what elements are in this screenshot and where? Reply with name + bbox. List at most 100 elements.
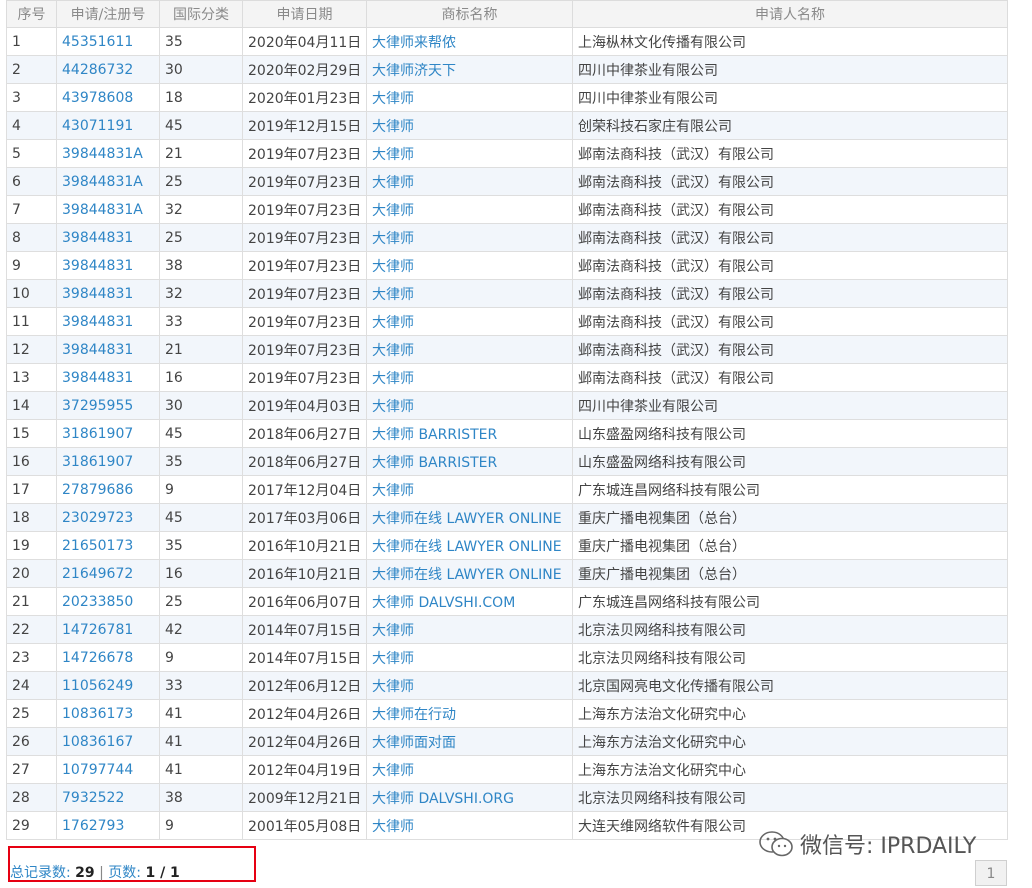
cell-trademark-name[interactable]: 大律师在线 LAWYER ONLINE (366, 503, 573, 532)
cell-applicant: 广东城连昌网络科技有限公司 (572, 475, 1008, 504)
cell-reg-number[interactable]: 39844831 (56, 307, 160, 336)
column-header-trademark-name[interactable]: 商标名称 (366, 0, 573, 28)
cell-date: 2019年07月23日 (242, 335, 367, 364)
cell-trademark-name[interactable]: 大律师 (366, 615, 573, 644)
cell-index: 10 (6, 279, 57, 308)
cell-index: 22 (6, 615, 57, 644)
cell-date: 2001年05月08日 (242, 811, 367, 840)
cell-trademark-name[interactable]: 大律师 (366, 307, 573, 336)
cell-trademark-name[interactable]: 大律师在行动 (366, 699, 573, 728)
table-row: 26 10836167 41 2012年04月26日 大律师面对面 上海东方法治文化研究中… (6, 727, 1008, 756)
cell-class: 16 (159, 363, 243, 392)
cell-trademark-name[interactable]: 大律师 DALVSHI.COM (366, 587, 573, 616)
cell-trademark-name[interactable]: 大律师 (366, 139, 573, 168)
cell-trademark-name[interactable]: 大律师 (366, 755, 573, 784)
cell-trademark-name[interactable]: 大律师济天下 (366, 55, 573, 84)
cell-reg-number[interactable]: 27879686 (56, 475, 160, 504)
cell-trademark-name[interactable]: 大律师 (366, 391, 573, 420)
cell-class: 9 (159, 643, 243, 672)
cell-trademark-name[interactable]: 大律师在线 LAWYER ONLINE (366, 559, 573, 588)
cell-trademark-name[interactable]: 大律师 (366, 643, 573, 672)
cell-trademark-name[interactable]: 大律师 (366, 671, 573, 700)
cell-class: 35 (159, 531, 243, 560)
cell-reg-number[interactable]: 14726781 (56, 615, 160, 644)
cell-class: 41 (159, 727, 243, 756)
cell-reg-number[interactable]: 39844831 (56, 363, 160, 392)
cell-applicant: 邺南法商科技（武汉）有限公司 (572, 307, 1008, 336)
cell-trademark-name[interactable]: 大律师 (366, 475, 573, 504)
cell-class: 35 (159, 447, 243, 476)
cell-applicant: 山东盛盈网络科技有限公司 (572, 419, 1008, 448)
column-header-date[interactable]: 申请日期 (242, 0, 367, 28)
column-header-applicant[interactable]: 申请人名称 (572, 0, 1008, 28)
cell-reg-number[interactable]: 39844831A (56, 139, 160, 168)
cell-date: 2019年07月23日 (242, 195, 367, 224)
cell-reg-number[interactable]: 39844831A (56, 195, 160, 224)
cell-reg-number[interactable]: 14726678 (56, 643, 160, 672)
cell-reg-number[interactable]: 31861907 (56, 419, 160, 448)
cell-date: 2019年07月23日 (242, 167, 367, 196)
cell-trademark-name[interactable]: 大律师 (366, 111, 573, 140)
cell-reg-number[interactable]: 20233850 (56, 587, 160, 616)
cell-trademark-name[interactable]: 大律师 (366, 251, 573, 280)
cell-reg-number[interactable]: 44286732 (56, 55, 160, 84)
cell-reg-number[interactable]: 39844831A (56, 167, 160, 196)
watermark-text: 微信号: IPRDAILY (800, 834, 977, 859)
cell-trademark-name[interactable]: 大律师 BARRISTER (366, 419, 573, 448)
cell-reg-number[interactable]: 23029723 (56, 503, 160, 532)
cell-trademark-name[interactable]: 大律师 DALVSHI.ORG (366, 783, 573, 812)
wechat-icon (759, 831, 793, 857)
cell-reg-number[interactable]: 39844831 (56, 335, 160, 364)
cell-reg-number[interactable]: 10836173 (56, 699, 160, 728)
cell-reg-number[interactable]: 39844831 (56, 223, 160, 252)
total-records-label: 总记录数: (10, 865, 71, 881)
cell-reg-number[interactable]: 39844831 (56, 279, 160, 308)
cell-trademark-name[interactable]: 大律师 (366, 279, 573, 308)
cell-index: 16 (6, 447, 57, 476)
cell-reg-number[interactable]: 10836167 (56, 727, 160, 756)
cell-applicant: 邺南法商科技（武汉）有限公司 (572, 223, 1008, 252)
cell-applicant: 邺南法商科技（武汉）有限公司 (572, 195, 1008, 224)
cell-applicant: 重庆广播电视集团（总台） (572, 531, 1008, 560)
cell-trademark-name[interactable]: 大律师 BARRISTER (366, 447, 573, 476)
cell-class: 21 (159, 335, 243, 364)
cell-class: 25 (159, 587, 243, 616)
cell-trademark-name[interactable]: 大律师 (366, 195, 573, 224)
cell-reg-number[interactable]: 1762793 (56, 811, 160, 840)
cell-trademark-name[interactable]: 大律师在线 LAWYER ONLINE (366, 531, 573, 560)
pagination-page-button[interactable]: 1 (975, 860, 1007, 886)
cell-reg-number[interactable]: 10797744 (56, 755, 160, 784)
cell-reg-number[interactable]: 43071191 (56, 111, 160, 140)
cell-index: 25 (6, 699, 57, 728)
cell-trademark-name[interactable]: 大律师 (366, 83, 573, 112)
cell-reg-number[interactable]: 11056249 (56, 671, 160, 700)
cell-trademark-name[interactable]: 大律师面对面 (366, 727, 573, 756)
cell-reg-number[interactable]: 7932522 (56, 783, 160, 812)
cell-reg-number[interactable]: 39844831 (56, 251, 160, 280)
cell-class: 38 (159, 783, 243, 812)
cell-applicant: 上海东方法治文化研究中心 (572, 755, 1008, 784)
cell-date: 2020年04月11日 (242, 27, 367, 56)
cell-date: 2016年10月21日 (242, 559, 367, 588)
cell-trademark-name[interactable]: 大律师 (366, 167, 573, 196)
cell-applicant: 邺南法商科技（武汉）有限公司 (572, 139, 1008, 168)
cell-trademark-name[interactable]: 大律师 (366, 363, 573, 392)
cell-reg-number[interactable]: 21649672 (56, 559, 160, 588)
table-row: 16 31861907 35 2018年06月27日 大律师 BARRISTER 山东盛盈… (6, 447, 1008, 476)
column-header-reg-number[interactable]: 申请/注册号 (56, 0, 160, 28)
cell-date: 2012年04月26日 (242, 727, 367, 756)
cell-trademark-name[interactable]: 大律师 (366, 811, 573, 840)
cell-reg-number[interactable]: 43978608 (56, 83, 160, 112)
cell-reg-number[interactable]: 37295955 (56, 391, 160, 420)
column-header-class[interactable]: 国际分类 (159, 0, 243, 28)
table-row: 17 27879686 9 2017年12月04日 大律师 广东城连昌网络科技有限公司 (6, 475, 1008, 504)
total-records-value: 29 (75, 865, 95, 881)
column-header-index[interactable]: 序号 (6, 0, 57, 28)
cell-trademark-name[interactable]: 大律师来帮侬 (366, 27, 573, 56)
cell-index: 12 (6, 335, 57, 364)
cell-trademark-name[interactable]: 大律师 (366, 223, 573, 252)
cell-reg-number[interactable]: 21650173 (56, 531, 160, 560)
cell-reg-number[interactable]: 31861907 (56, 447, 160, 476)
cell-reg-number[interactable]: 45351611 (56, 27, 160, 56)
cell-trademark-name[interactable]: 大律师 (366, 335, 573, 364)
